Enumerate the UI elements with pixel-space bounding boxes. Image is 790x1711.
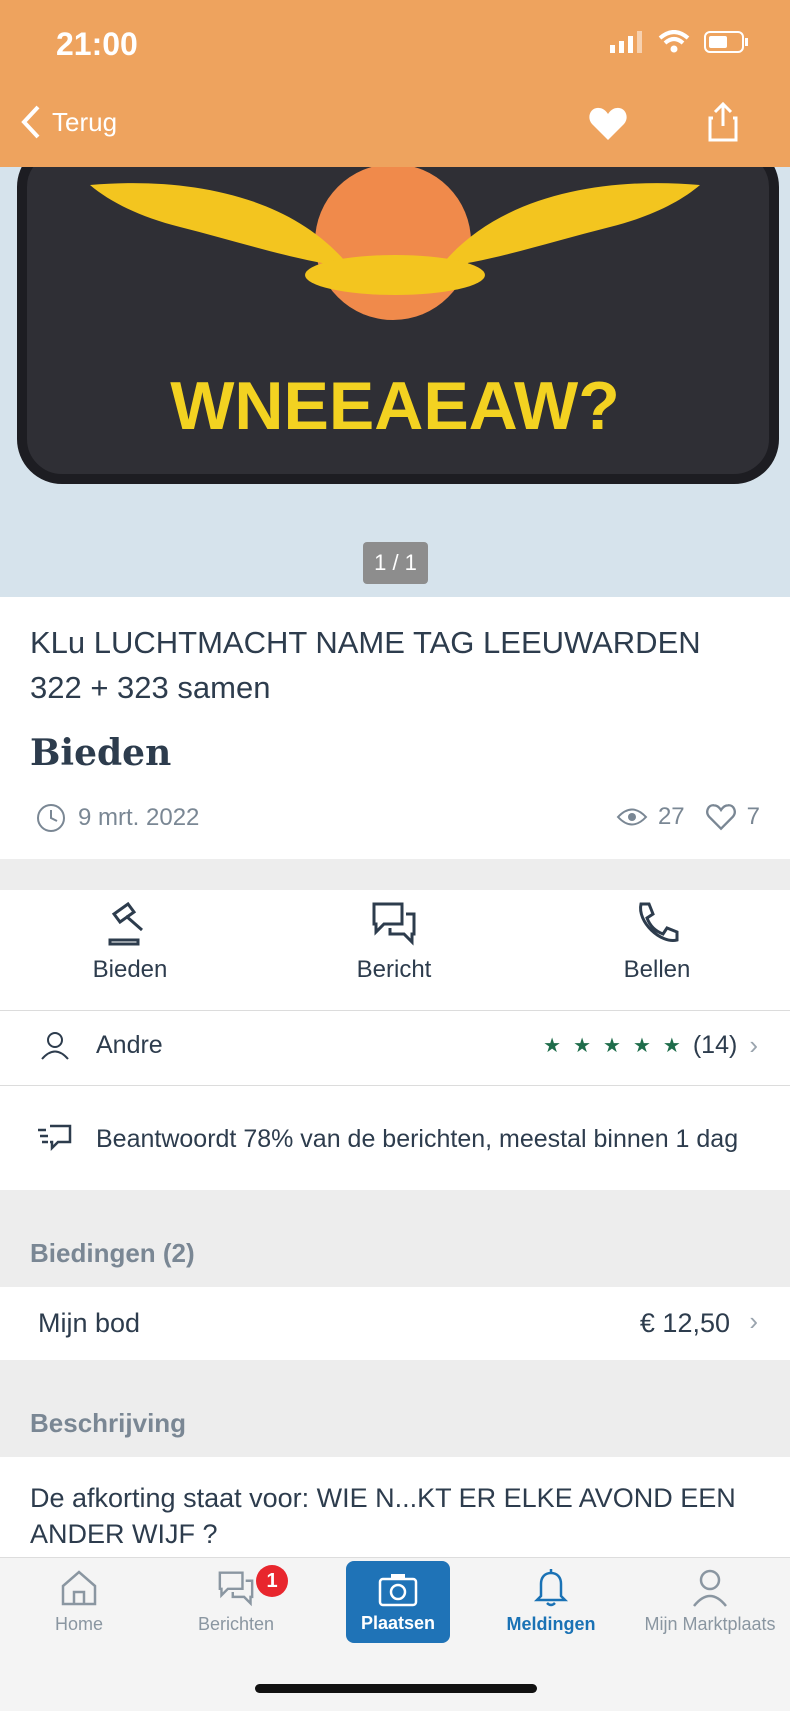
chevron-right-icon: ›: [749, 1306, 758, 1336]
tab-home[interactable]: Home: [14, 1568, 144, 1635]
heart-outline-icon: [705, 804, 736, 831]
star-icon: ★: [603, 1035, 621, 1057]
listing-stats: 27 7: [616, 803, 760, 831]
date-text: 9 mrt. 2022: [78, 804, 200, 831]
star-icon: ★: [543, 1035, 562, 1057]
tab-my-account-label: Mijn Marktplaats: [644, 1614, 776, 1634]
status-icons: [610, 30, 750, 54]
my-bid-label: Mijn bod: [38, 1308, 141, 1338]
share-icon: [708, 101, 738, 142]
description-section-label: Beschrijving: [30, 1408, 187, 1438]
divider: [0, 1085, 790, 1086]
image-counter: 1 / 1: [363, 542, 428, 584]
message-action-button[interactable]: Bericht: [294, 900, 494, 984]
chevron-left-icon: [21, 105, 40, 139]
favorites-count: 7: [746, 803, 760, 830]
listing-photo[interactable]: WNEEAEAW?: [0, 167, 790, 597]
bid-action-button[interactable]: Bieden: [30, 900, 230, 984]
back-button[interactable]: Terug: [20, 104, 117, 140]
wifi-icon: [658, 30, 690, 53]
tab-post[interactable]: Plaatsen: [346, 1561, 450, 1643]
home-indicator: [255, 1684, 537, 1693]
response-text: Beantwoordt 78% van de berichten, meesta…: [96, 1124, 739, 1153]
camera-icon: [378, 1574, 418, 1607]
seller-row[interactable]: Andre: [40, 1030, 163, 1060]
user-icon: [41, 1032, 69, 1060]
gavel-icon: [108, 901, 143, 946]
bell-icon: [533, 1569, 569, 1607]
call-action-button[interactable]: Bellen: [557, 900, 757, 984]
clock-icon: [37, 804, 65, 832]
chevron-right-icon: ›: [749, 1030, 758, 1060]
tab-post-label: Plaatsen: [360, 1613, 436, 1633]
messages-badge: 1: [256, 1565, 288, 1597]
views-count: 27: [657, 803, 685, 830]
tab-home-label: Home: [54, 1614, 103, 1634]
battery-icon: [704, 31, 748, 53]
favorite-button[interactable]: [588, 106, 628, 147]
price-label: Bieden: [30, 732, 172, 774]
user-icon: [693, 1569, 727, 1607]
listing-date: 9 mrt. 2022: [36, 803, 199, 833]
tab-my-account[interactable]: Mijn Marktplaats: [630, 1568, 790, 1635]
status-time: 21:00: [56, 26, 138, 62]
rating-count: (14): [692, 1031, 738, 1059]
tab-notifications[interactable]: Meldingen: [486, 1568, 616, 1635]
bids-section-label: Biedingen (2): [30, 1238, 195, 1268]
listing-title: KLu LUCHTMACHT NAME TAG LEEUWARDEN 322 +…: [30, 625, 701, 705]
messages-icon: [218, 1571, 254, 1607]
star-icon: ★: [632, 1035, 651, 1057]
bid-action-label: Bieden: [92, 956, 168, 983]
back-label: Terug: [52, 106, 118, 137]
phone-icon: [639, 902, 679, 942]
call-action-label: Bellen: [623, 956, 691, 983]
tab-messages-label: Berichten: [197, 1614, 275, 1634]
tab-notifications-label: Meldingen: [506, 1614, 596, 1634]
divider: [0, 1010, 790, 1011]
star-icon: ★: [573, 1035, 592, 1057]
seller-name: Andre: [96, 1030, 163, 1059]
heart-icon: [589, 107, 627, 140]
star-icon: ★: [662, 1035, 681, 1057]
chat-speed-icon: [38, 1124, 72, 1152]
eye-icon: [616, 808, 648, 826]
chat-icon: [372, 902, 416, 946]
response-info: Beantwoordt 78% van de berichten, meesta…: [36, 1122, 738, 1156]
home-icon: [61, 1570, 97, 1606]
seller-rating[interactable]: ★ ★ ★ ★ ★ (14) ›: [543, 1030, 758, 1061]
signal-icon: [610, 31, 642, 53]
my-bid-value: € 12,50: [639, 1308, 730, 1338]
message-action-label: Bericht: [356, 956, 432, 983]
patch-text: WNEEAEAW?: [170, 368, 620, 444]
share-button[interactable]: [708, 101, 738, 147]
description-text: De afkorting staat voor: WIE N...KT ER E…: [30, 1483, 736, 1549]
patch-image: WNEEAEAW?: [0, 167, 790, 597]
